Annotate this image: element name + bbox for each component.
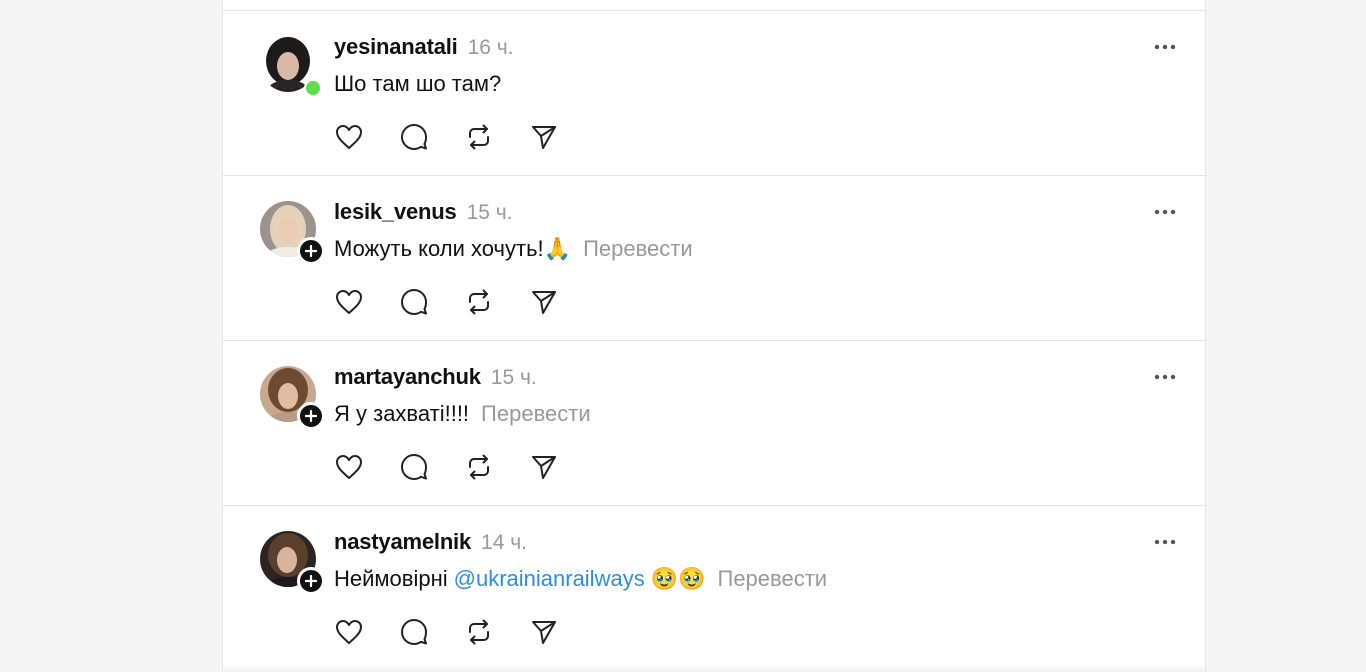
- avatar[interactable]: [260, 201, 325, 265]
- translate-link[interactable]: Перевести: [718, 566, 828, 592]
- like-button[interactable]: [334, 452, 364, 482]
- repost-button[interactable]: [464, 452, 494, 482]
- send-icon: [532, 126, 556, 149]
- username[interactable]: martayanchuk: [334, 364, 481, 390]
- post-text: Неймовірні: [334, 566, 448, 591]
- share-button[interactable]: [529, 452, 559, 482]
- post-time[interactable]: 15 ч.: [467, 201, 513, 225]
- post[interactable]: lesik_venus 15 ч. Можуть коли хочуть!🙏 П…: [223, 176, 1205, 341]
- username[interactable]: nastyamelnik: [334, 529, 471, 555]
- follow-button[interactable]: [297, 237, 325, 265]
- more-options-button[interactable]: [1149, 369, 1181, 385]
- send-icon: [532, 291, 556, 314]
- post-text-line: Шо там шо там?: [334, 71, 501, 101]
- more-options-button[interactable]: [1149, 534, 1181, 550]
- translate-link[interactable]: Перевести: [481, 401, 591, 427]
- send-icon: [532, 621, 556, 644]
- more-dots-icon: [1154, 539, 1176, 545]
- follow-plus-icon: [305, 410, 317, 422]
- heart-icon: [336, 125, 362, 149]
- heart-icon: [336, 290, 362, 314]
- comment-icon: [401, 454, 427, 480]
- username[interactable]: lesik_venus: [334, 199, 457, 225]
- post-text-line: Можуть коли хочуть!🙏 Перевести: [334, 236, 693, 266]
- repost-icon: [469, 124, 489, 150]
- like-button[interactable]: [334, 617, 364, 647]
- post-time[interactable]: 16 ч.: [468, 36, 514, 60]
- repost-button[interactable]: [464, 122, 494, 152]
- repost-button[interactable]: [464, 617, 494, 647]
- post-time[interactable]: 15 ч.: [491, 366, 537, 390]
- share-button[interactable]: [529, 122, 559, 152]
- post[interactable]: martayanchuk 15 ч. Я у захваті!!!! Перев…: [223, 341, 1205, 506]
- heart-icon: [336, 455, 362, 479]
- post-text: Я у захваті!!!!: [334, 401, 470, 426]
- follow-button[interactable]: [297, 402, 325, 430]
- comment-icon: [401, 619, 427, 645]
- post-text-line: Неймовірні @ukrainianrailways 🥹🥹 Перевес…: [334, 566, 827, 596]
- post[interactable]: nastyamelnik 14 ч. Неймовірні @ukrainian…: [223, 506, 1205, 671]
- follow-plus-icon: [305, 575, 317, 587]
- like-button[interactable]: [334, 122, 364, 152]
- post-text: Шо там шо там?: [334, 71, 502, 96]
- more-options-button[interactable]: [1149, 204, 1181, 220]
- more-options-button[interactable]: [1149, 39, 1181, 55]
- share-button[interactable]: [529, 287, 559, 317]
- more-dots-icon: [1154, 44, 1176, 50]
- avatar[interactable]: [260, 36, 322, 97]
- translate-link[interactable]: Перевести: [583, 236, 693, 262]
- comment-icon: [401, 289, 427, 315]
- repost-button[interactable]: [464, 287, 494, 317]
- heart-icon: [336, 620, 362, 644]
- bottom-fade: [223, 664, 1205, 672]
- post[interactable]: yesinanatali 16 ч. Шо там шо там?: [223, 11, 1205, 176]
- post-text-line: Я у захваті!!!! Перевести: [334, 401, 591, 431]
- send-icon: [532, 456, 556, 479]
- comment-icon: [401, 124, 427, 150]
- reply-button[interactable]: [399, 452, 429, 482]
- reply-button[interactable]: [399, 617, 429, 647]
- share-button[interactable]: [529, 617, 559, 647]
- reply-button[interactable]: [399, 122, 429, 152]
- avatar[interactable]: [260, 366, 325, 430]
- more-dots-icon: [1154, 209, 1176, 215]
- post-actions: [334, 616, 594, 648]
- like-button[interactable]: [334, 287, 364, 317]
- follow-plus-icon: [305, 245, 317, 257]
- post-actions: [334, 286, 594, 318]
- avatar[interactable]: [260, 531, 325, 595]
- post-actions: [334, 121, 594, 153]
- online-status-dot: [304, 79, 322, 97]
- username[interactable]: yesinanatali: [334, 34, 458, 60]
- repost-icon: [469, 289, 489, 315]
- follow-button[interactable]: [297, 567, 325, 595]
- repost-icon: [469, 619, 489, 645]
- post-time[interactable]: 14 ч.: [481, 531, 527, 555]
- post-text: Можуть коли хочуть!🙏: [334, 236, 572, 261]
- more-dots-icon: [1154, 374, 1176, 380]
- thread-feed: yesinanatali 16 ч. Шо там шо там? lesik_…: [222, 0, 1206, 672]
- emoji-text: 🥹🥹: [650, 566, 706, 591]
- reply-button[interactable]: [399, 287, 429, 317]
- mention-link[interactable]: @ukrainianrailways: [454, 566, 645, 592]
- post-actions: [334, 451, 594, 483]
- repost-icon: [469, 454, 489, 480]
